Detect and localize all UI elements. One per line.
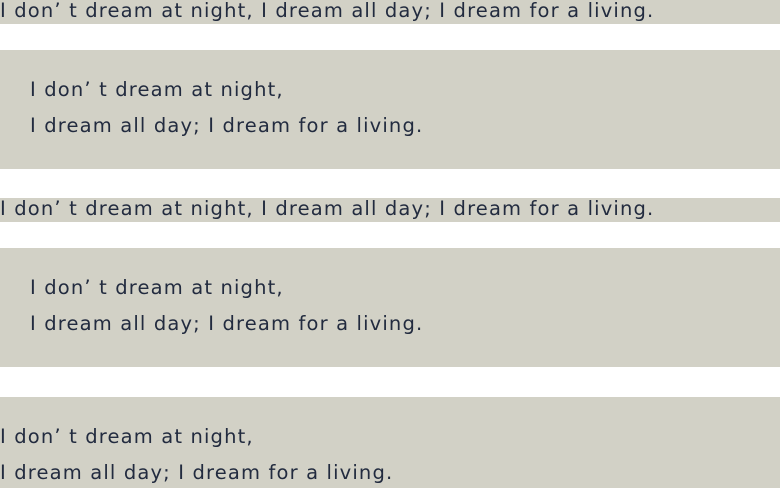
quote-box-padded-2-line-1: I don’ t dream at night, — [30, 276, 284, 299]
quote-line-1: I don’ t dream at night, I dream all day… — [0, 0, 780, 24]
quote-line-2: I don’ t dream at night, I dream all day… — [0, 198, 780, 222]
quote-box-padded-2-line-2: I dream all day; I dream for a living. — [30, 312, 424, 335]
quote-box-padded-1-line-2: I dream all day; I dream for a living. — [30, 114, 424, 137]
quote-box-unpadded-line-1: I don’ t dream at night, — [0, 425, 254, 448]
quote-box-padded-1: I don’ t dream at night, I dream all day… — [0, 50, 780, 169]
quote-box-padded-1-line-1: I don’ t dream at night, — [30, 78, 284, 101]
quote-box-unpadded-line-2: I dream all day; I dream for a living. — [0, 461, 394, 484]
quote-box-unpadded: I don’ t dream at night, I dream all day… — [0, 397, 780, 488]
quote-box-padded-2: I don’ t dream at night, I dream all day… — [0, 248, 780, 367]
